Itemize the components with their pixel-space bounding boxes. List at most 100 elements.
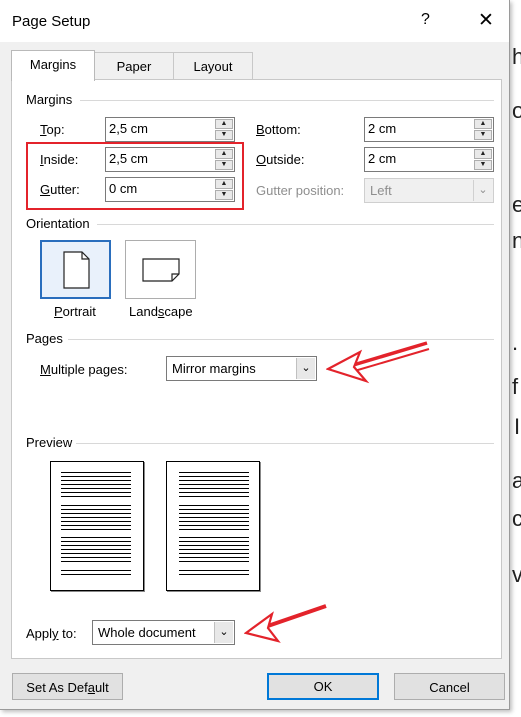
preview-text-line [61, 505, 131, 506]
background-text-0: h [512, 44, 521, 69]
preview-text-line [179, 561, 249, 562]
title-bar: Page Setup ? ✕ [0, 0, 509, 42]
dialog-title: Page Setup [12, 13, 91, 30]
preview-text-line [179, 472, 249, 473]
preview-text-line [61, 541, 131, 542]
preview-text-line [179, 509, 249, 510]
landscape-page-icon [142, 258, 180, 282]
preview-text-line [179, 476, 249, 477]
preview-text-line [61, 574, 131, 575]
orientation-group-label: Orientation [26, 216, 90, 231]
highlight-box [26, 142, 244, 210]
chevron-down-icon[interactable]: ⌄ [296, 358, 315, 379]
preview-text-line [61, 488, 131, 489]
bottom-value: 2 cm [368, 121, 397, 136]
close-button[interactable]: ✕ [478, 9, 494, 32]
preview-text-line [61, 570, 131, 571]
gutter-position-label: Gutter position: [256, 183, 345, 198]
top-value: 2,5 cm [109, 121, 149, 136]
tab-margins[interactable]: Margins [11, 50, 95, 81]
background-text-2: e [512, 192, 521, 217]
set-as-default-button[interactable]: Set As Default [12, 673, 123, 700]
preview-text-line [179, 517, 249, 518]
red-arrow-icon [244, 604, 327, 643]
preview-text-line [61, 472, 131, 473]
preview-text-line [179, 521, 249, 522]
preview-text-line [179, 496, 249, 497]
portrait-label: Portrait [54, 304, 96, 319]
bottom-up-arrow-icon[interactable]: ▲ [474, 119, 492, 129]
preview-page-left [50, 461, 144, 591]
preview-text-line [61, 517, 131, 518]
preview-text-line [179, 545, 249, 546]
preview-text-line [179, 557, 249, 558]
apply-to-select[interactable]: Whole document ⌄ [92, 620, 235, 645]
background-text-7: a [512, 468, 521, 493]
preview-text-line [179, 513, 249, 514]
preview-text-line [179, 484, 249, 485]
top-down-arrow-icon[interactable]: ▼ [215, 130, 233, 140]
preview-text-line [179, 549, 249, 550]
preview-text-line [61, 509, 131, 510]
portrait-button[interactable] [40, 240, 111, 299]
preview-text-line [61, 537, 131, 538]
background-text-5: f [512, 374, 519, 399]
portrait-page-icon [63, 251, 90, 289]
margins-group-label: Margins [26, 92, 73, 107]
red-arrow-icon [326, 341, 430, 384]
outside-down-arrow-icon[interactable]: ▼ [474, 160, 492, 170]
background-text-1: o [512, 98, 521, 123]
landscape-label: Landscape [129, 304, 193, 319]
tab-paper[interactable]: Paper [93, 52, 175, 80]
preview-text-line [179, 541, 249, 542]
bottom-down-arrow-icon[interactable]: ▼ [474, 130, 492, 140]
outside-spinner[interactable]: 2 cm ▲ ▼ [364, 147, 494, 172]
top-up-arrow-icon[interactable]: ▲ [215, 119, 233, 129]
multiple-pages-select[interactable]: Mirror margins ⌄ [166, 356, 317, 381]
preview-text-line [61, 525, 131, 526]
preview-text-line [61, 521, 131, 522]
outside-value: 2 cm [368, 151, 397, 166]
preview-text-line [179, 553, 249, 554]
multiple-pages-label: Multiple pages: [40, 362, 128, 377]
preview-text-line [61, 496, 131, 497]
gutter-position-select: Left ⌄ [364, 178, 494, 203]
preview-text-line [61, 545, 131, 546]
landscape-button[interactable] [125, 240, 196, 299]
background-text-3: n [512, 228, 521, 253]
preview-text-line [61, 513, 131, 514]
preview-text-line [179, 525, 249, 526]
apply-to-value: Whole document [98, 625, 196, 640]
background-text-6: I [514, 414, 521, 439]
ok-button[interactable]: OK [267, 673, 379, 700]
background-text-4: . [512, 330, 519, 355]
preview-text-line [61, 480, 131, 481]
preview-text-line [61, 561, 131, 562]
chevron-down-icon[interactable]: ⌄ [214, 622, 233, 643]
tab-layout[interactable]: Layout [173, 52, 253, 80]
preview-text-line [179, 480, 249, 481]
preview-text-line [179, 492, 249, 493]
bottom-spinner[interactable]: 2 cm ▲ ▼ [364, 117, 494, 142]
preview-text-line [179, 570, 249, 571]
outside-label: Outside: [256, 152, 305, 167]
preview-text-line [179, 537, 249, 538]
preview-text-line [61, 476, 131, 477]
top-spinner[interactable]: 2,5 cm ▲ ▼ [105, 117, 235, 142]
apply-to-label: Apply to: [26, 626, 77, 641]
preview-text-line [179, 574, 249, 575]
preview-page-right [166, 461, 260, 591]
orientation-divider [97, 224, 494, 225]
preview-text-line [61, 549, 131, 550]
preview-group-label: Preview [26, 435, 73, 450]
top-label: Top: [40, 122, 65, 137]
preview-divider [76, 443, 494, 444]
outside-up-arrow-icon[interactable]: ▲ [474, 149, 492, 159]
pages-group-label: Pages [26, 331, 63, 346]
cancel-button[interactable]: Cancel [394, 673, 505, 700]
preview-text-line [61, 484, 131, 485]
help-button[interactable]: ? [421, 11, 430, 29]
multiple-pages-value: Mirror margins [172, 361, 256, 376]
preview-text-line [61, 557, 131, 558]
gutter-position-value: Left [370, 183, 392, 198]
